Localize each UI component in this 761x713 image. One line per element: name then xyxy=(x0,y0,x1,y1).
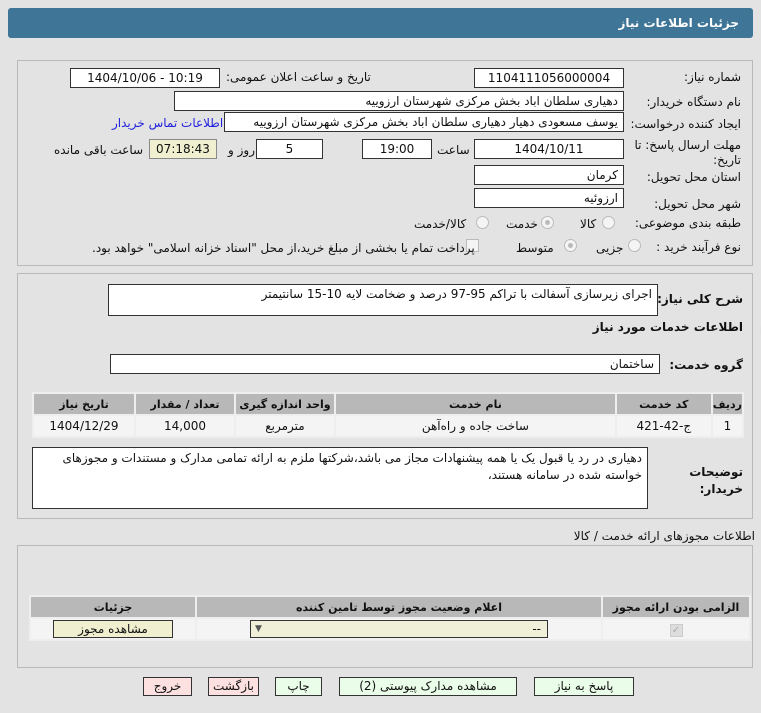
required-checkbox: ✓ xyxy=(669,623,683,637)
page-title: جزئیات اطلاعات نیاز xyxy=(618,16,739,30)
category-radio-both[interactable] xyxy=(476,216,489,229)
back-button[interactable]: بازگشت xyxy=(208,677,259,696)
table-row: 1 ج-42-421 ساخت جاده و راه‌آهن مترمربع 1… xyxy=(32,414,745,438)
category-option-goods: کالا xyxy=(580,217,597,231)
cell-unit: مترمربع xyxy=(234,414,336,438)
need-number-label: شماره نیاز: xyxy=(684,70,741,84)
chevron-down-icon: ▼ xyxy=(255,624,262,634)
process-radio-medium[interactable] xyxy=(564,239,577,252)
col-name: نام خدمت xyxy=(334,392,617,416)
buyer-field: دهیاری سلطان اباد بخش مرکزی شهرستان ارزو… xyxy=(174,91,624,111)
buyer-label: نام دستگاه خریدار: xyxy=(646,95,742,109)
category-radio-service[interactable] xyxy=(541,216,554,229)
col-row: ردیف xyxy=(710,392,745,416)
select-value: -- xyxy=(532,622,541,636)
buyer-notes-label: توضیحات خریدار: xyxy=(689,465,743,496)
cell-date: 1404/12/29 xyxy=(32,414,136,438)
process-label: نوع فرآیند خرید : xyxy=(656,240,741,254)
category-option-service: خدمت xyxy=(506,217,538,231)
reply-button[interactable]: پاسخ به نیاز xyxy=(534,677,634,696)
announce-label: تاریخ و ساعت اعلان عمومی: xyxy=(226,70,371,84)
services-table: ردیف کد خدمت نام خدمت واحد اندازه گیری ت… xyxy=(32,392,745,438)
category-radio-goods[interactable] xyxy=(602,216,615,229)
description-label: شرح کلی نیاز: xyxy=(657,292,743,306)
permits-title: اطلاعات مجوزهای ارائه خدمت / کالا xyxy=(573,529,755,543)
service-group-label: گروه خدمت: xyxy=(669,358,743,372)
col-code: کد خدمت xyxy=(614,392,713,416)
remaining-label: ساعت باقی مانده xyxy=(54,143,144,157)
cell-row: 1 xyxy=(710,414,745,438)
province-label: استان محل تحویل: xyxy=(646,170,741,184)
process-option-medium: متوسط xyxy=(516,241,554,255)
attachments-button[interactable]: مشاهده مدارک پیوستی (2) xyxy=(339,677,517,696)
payment-note: پرداخت تمام یا بخشی از مبلغ خرید،از محل … xyxy=(92,241,475,255)
creator-field: یوسف مسعودی دهیار دهیاری سلطان اباد بخش … xyxy=(224,112,624,132)
col-details: جزئیات xyxy=(29,595,197,619)
page-header: جزئیات اطلاعات نیاز xyxy=(8,8,753,38)
cell-name: ساخت جاده و راه‌آهن xyxy=(334,414,617,438)
need-number-field: 1104111056000004 xyxy=(474,68,624,88)
col-date: تاریخ نیاز xyxy=(32,392,136,416)
buyer-notes-field: دهیاری در رد یا قبول یک یا همه پیشنهادات… xyxy=(32,447,648,509)
city-field: ارزوئیه xyxy=(474,188,624,208)
description-field: اجرای زیرسازی آسفالت با تراکم 95-97 درصد… xyxy=(108,284,658,316)
col-required: الزامی بودن ارائه مجوز xyxy=(601,595,751,619)
col-status: اعلام وضعیت مجوز توسط تامین کننده xyxy=(195,595,603,619)
services-title: اطلاعات خدمات مورد نیاز xyxy=(592,320,743,334)
cell-qty: 14,000 xyxy=(134,414,236,438)
deadline-date-field: 1404/10/11 xyxy=(474,139,624,159)
city-label: شهر محل تحویل: xyxy=(654,197,741,211)
print-button[interactable]: چاپ xyxy=(275,677,322,696)
service-group-field: ساختمان xyxy=(110,354,660,374)
province-field: کرمان xyxy=(474,165,624,185)
days-label: روز و xyxy=(228,143,255,157)
category-option-both: کالا/خدمت xyxy=(414,217,467,231)
table-row: ✓ -- ▼ مشاهده مجوز xyxy=(29,617,751,641)
category-label: طبقه بندی موضوعی: xyxy=(634,216,741,230)
deadline-label: مهلت ارسال پاسخ: تا تاریخ: xyxy=(634,138,741,167)
col-qty: تعداد / مقدار xyxy=(134,392,236,416)
col-unit: واحد اندازه گیری xyxy=(234,392,336,416)
permits-table: الزامی بودن ارائه مجوز اعلام وضعیت مجوز … xyxy=(29,595,751,641)
contact-buyer-link[interactable]: اطلاعات تماس خریدار xyxy=(112,116,223,130)
remaining-time-field: 07:18:43 xyxy=(149,139,217,159)
process-radio-minor[interactable] xyxy=(628,239,641,252)
creator-label: ایجاد کننده درخواست: xyxy=(630,117,741,131)
days-field: 5 xyxy=(256,139,323,159)
time-label: ساعت xyxy=(437,143,470,157)
view-permit-button[interactable]: مشاهده مجوز xyxy=(53,620,173,638)
announce-field: 1404/10/06 - 10:19 xyxy=(70,68,220,88)
cell-code: ج-42-421 xyxy=(614,414,713,438)
permit-status-select[interactable]: -- ▼ xyxy=(250,620,548,638)
process-option-minor: جزیی xyxy=(596,241,624,255)
deadline-time-field: 19:00 xyxy=(362,139,432,159)
exit-button[interactable]: خروج xyxy=(143,677,192,696)
